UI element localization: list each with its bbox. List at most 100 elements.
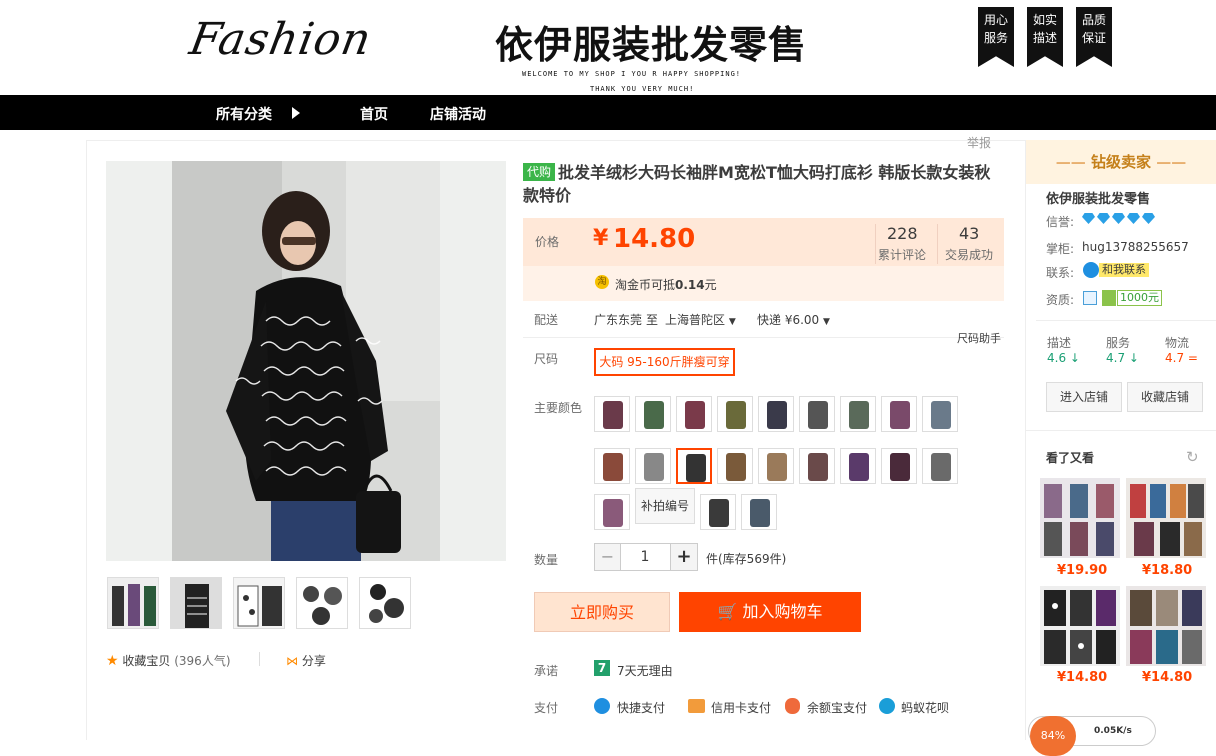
color-swatch[interactable] — [717, 396, 753, 432]
ship-to: 上海普陀区 — [665, 313, 726, 327]
badge-quality: 品质 保证 — [1076, 7, 1112, 67]
refresh-icon[interactable]: ↻ — [1186, 448, 1199, 466]
product-title: 代购 批发羊绒杉大码长袖胖M宽松T恤大码打底衫 韩版长款女装秋款特价 — [523, 161, 993, 207]
color-swatch[interactable] — [881, 396, 917, 432]
color-swatch[interactable] — [758, 448, 794, 484]
color-swatch-image — [767, 401, 787, 429]
sales-count[interactable]: 43 — [959, 224, 979, 243]
recommend-item-4[interactable] — [1126, 586, 1206, 666]
pay-huabei[interactable]: 蚂蚁花呗 — [901, 699, 949, 716]
thumbnail-4[interactable] — [296, 577, 348, 629]
color-swatch-image — [603, 499, 623, 527]
color-swatch[interactable] — [594, 494, 630, 530]
triangle-right-icon[interactable] — [292, 107, 300, 119]
report-link[interactable]: 举报 — [967, 134, 991, 151]
favorite-item[interactable]: ★ 收藏宝贝 (396人气) — [106, 652, 231, 669]
color-swatch-image — [808, 401, 828, 429]
owner-name[interactable]: hug13788255657 — [1082, 240, 1189, 254]
color-swatch[interactable] — [922, 396, 958, 432]
color-swatch[interactable] — [717, 448, 753, 484]
qualification-label: 资质: — [1046, 293, 1075, 307]
color-swatch-image — [685, 401, 705, 429]
coin-text: 淘金币可抵 — [615, 278, 676, 292]
shop-title: 依伊服装批发零售 — [495, 23, 808, 67]
favorite-label: 收藏宝贝 — [122, 654, 171, 668]
divider — [937, 224, 938, 264]
size-option-selected[interactable]: 大码 95-160斤胖瘦可穿 — [594, 348, 735, 376]
recommend-item-3[interactable] — [1040, 586, 1120, 666]
color-swatch[interactable] — [799, 448, 835, 484]
deposit-amount: 1000元 — [1117, 290, 1162, 306]
nav-all-categories[interactable]: 所有分类 — [216, 104, 272, 124]
color-swatch[interactable] — [758, 396, 794, 432]
quantity-decrease-button[interactable]: − — [594, 543, 621, 571]
color-swatch-image — [767, 453, 787, 481]
color-swatch[interactable] — [676, 448, 712, 484]
express-select[interactable]: 快递 ¥6.00 ▼ — [757, 311, 830, 328]
quantity-increase-button[interactable]: + — [670, 543, 698, 571]
favorite-shop-button[interactable]: 收藏店铺 — [1127, 382, 1203, 412]
quickpay-icon — [594, 698, 610, 714]
color-swatch[interactable] — [840, 448, 876, 484]
color-swatch[interactable] — [840, 396, 876, 432]
equal-icon: = — [1187, 351, 1198, 365]
color-swatch[interactable] — [922, 448, 958, 484]
quantity-input[interactable]: 1 — [620, 543, 670, 571]
buy-now-button[interactable]: 立即购买 — [534, 592, 670, 632]
diamond-icon — [1097, 213, 1110, 224]
shop-logo[interactable]: Fashion — [185, 14, 385, 70]
nav-activity[interactable]: 店铺活动 — [430, 104, 486, 124]
color-swatch[interactable] — [635, 396, 671, 432]
speed-percent-ball[interactable]: 84% — [1030, 716, 1076, 756]
color-swatch[interactable] — [700, 494, 736, 530]
color-swatch[interactable] — [881, 448, 917, 484]
price-label: 价格 — [535, 235, 560, 249]
down-arrow-icon: ↓ — [1069, 351, 1080, 365]
add-to-cart-button[interactable]: 🛒 加入购物车 — [679, 592, 861, 632]
thumbnail-1[interactable] — [107, 577, 159, 629]
share-link[interactable]: ⋈ 分享 — [286, 652, 326, 669]
divider — [259, 652, 260, 666]
color-swatch-image — [726, 453, 746, 481]
recommend-item-1[interactable] — [1040, 478, 1120, 558]
color-swatch[interactable] — [799, 396, 835, 432]
seller-level: 钻级卖家 — [1090, 153, 1151, 171]
promise-label: 承诺 — [534, 664, 559, 678]
thumbnail-3[interactable] — [233, 577, 285, 629]
pay-yuebao[interactable]: 余额宝支付 — [807, 699, 867, 716]
credit-card-icon — [688, 699, 705, 713]
color-swatch[interactable] — [676, 396, 712, 432]
pay-quick[interactable]: 快捷支付 — [617, 699, 665, 716]
color-swatch[interactable] — [594, 396, 630, 432]
thumbnail-2[interactable] — [170, 577, 222, 629]
recommend-price-2: ¥18.80 — [1142, 563, 1193, 578]
seller-level-header: —— 钻级卖家 —— — [1026, 140, 1216, 184]
promise-text[interactable]: 7天无理由 — [617, 662, 673, 679]
size-helper-link[interactable]: 尺码助手 — [957, 330, 1001, 346]
pay-credit[interactable]: 信用卡支付 — [711, 699, 771, 716]
caret-down-icon: ▼ — [823, 317, 830, 327]
stock-text: 件(库存569件) — [706, 552, 787, 566]
color-swatch[interactable] — [594, 448, 630, 484]
seller-name[interactable]: 依伊服装批发零售 — [1046, 188, 1150, 207]
color-label: 主要颜色 — [534, 401, 583, 415]
color-swatch[interactable] — [741, 494, 777, 530]
down-arrow-icon: ↓ — [1128, 351, 1139, 365]
price-value: 14.80 — [613, 224, 696, 254]
color-swatch[interactable] — [635, 448, 671, 484]
color-swatch-image — [686, 454, 706, 482]
reviews-count[interactable]: 228 — [887, 224, 918, 243]
diamond-icon — [1082, 213, 1095, 224]
enter-shop-button[interactable]: 进入店铺 — [1046, 382, 1122, 412]
favorite-count: (396人气) — [174, 654, 231, 668]
contact-seller-link[interactable]: 和我联系 — [1099, 263, 1149, 277]
product-main-image[interactable] — [106, 161, 506, 561]
share-icon: ⋈ — [286, 654, 298, 668]
score-label: 物流 — [1165, 336, 1190, 350]
nav-home[interactable]: 首页 — [360, 104, 388, 124]
color-swatch-extra[interactable]: 补拍编号 — [635, 488, 695, 524]
ship-to-select[interactable]: 上海普陀区 ▼ — [665, 311, 736, 328]
recommend-item-2[interactable] — [1126, 478, 1206, 558]
thumbnail-5[interactable] — [359, 577, 411, 629]
thumbnail-1-image — [108, 578, 158, 628]
